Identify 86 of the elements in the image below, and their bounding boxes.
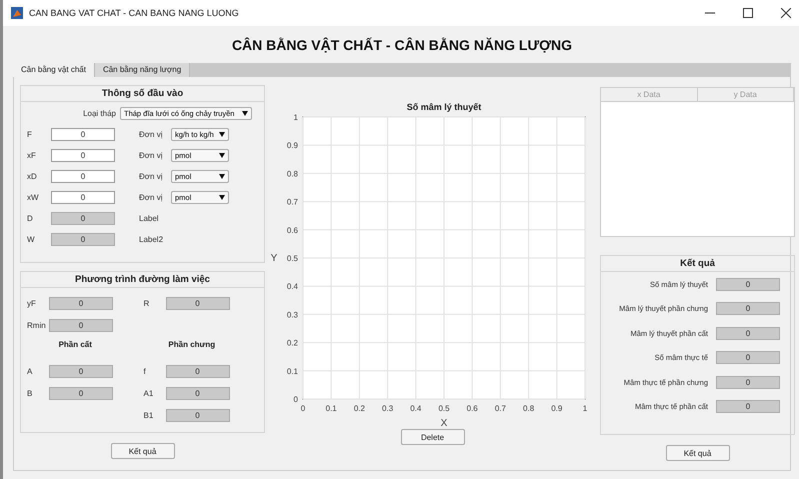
value-field: 0 [51,233,115,246]
value-field: 0 [716,302,780,316]
panel-title: Thông số đầu vào [21,86,264,102]
field-label: f [144,366,147,376]
axis-label: Y [270,253,277,264]
field-label: Loại tháp [83,109,116,118]
delete-button[interactable]: Delete [400,429,464,445]
field-label: B1 [144,410,154,420]
result-button[interactable]: Kết quả [110,443,174,459]
value-field: 0 [166,386,230,400]
tick-label: 0.5 [286,254,298,263]
result-button[interactable]: Kết quả [666,445,730,461]
field-label: A [27,366,34,376]
value-field[interactable]: 0 [51,149,115,162]
tick-label: 0 [300,404,305,413]
section-title: Phần chưng [167,340,216,351]
tick-label: 0.6 [286,226,298,235]
tick-label: 1 [293,113,298,122]
field-label: xD [27,172,38,181]
value-field: 0 [166,364,230,378]
value-field: 0 [716,326,780,340]
value-field[interactable]: 0 [51,170,115,183]
unit-label: Đơn vị [139,151,164,160]
value-field: 0 [49,296,113,310]
value-field: 0 [166,408,230,422]
tick-label: 0.3 [286,310,298,320]
value-field: 0 [49,386,113,400]
field-label: xW [27,193,40,202]
window-title: CAN BANG VAT CHAT - CAN BANG NANG LUONG [29,8,239,18]
axis-label: X [440,418,447,427]
tick-label: 0.5 [438,404,450,413]
field-label: A1 [144,388,154,398]
close-icon[interactable] [781,8,791,18]
tab[interactable]: Cân bằng năng lượng [94,63,190,77]
field-label: yF [27,298,37,308]
output-label: Label2 [139,235,164,244]
dropdown-arrow-icon [219,132,225,137]
unit-label: Đơn vị [139,130,164,139]
dropdown-arrow-icon [242,111,248,116]
value-field: 0 [716,400,780,414]
value-field: 0 [166,296,230,310]
field-label: R [144,298,150,308]
tick-label: 0.7 [494,404,506,413]
dropdown-arrow-icon [219,174,225,179]
section-title: Phần cất [58,340,93,351]
output-label: Label [139,214,160,223]
page-heading: CÂN BẰNG VẬT CHẤT - CÂN BẰNG NĂNG LƯỢNG [230,36,574,55]
field-label: W [27,235,36,244]
tick-label: 0.8 [522,404,534,413]
unit-label: Đơn vị [139,193,164,202]
tick-label: 0.2 [286,338,298,348]
value-field[interactable]: 0 [51,191,115,204]
tick-label: 0.1 [325,404,336,413]
tab[interactable]: Cân bằng vật chất [13,63,95,77]
unit-label: Đơn vị [139,172,164,181]
field-label: xF [27,151,37,160]
tick-label: 0.9 [550,404,562,413]
tick-label: 0.4 [410,404,421,413]
panel-title: Phương trình đường làm việc [21,272,264,288]
maximize-icon[interactable] [743,8,753,18]
tick-label: 0.3 [382,404,393,413]
chart-title: Số mâm lý thuyết [406,102,481,112]
field-label: F [27,130,33,139]
value-field: 0 [49,318,113,332]
tick-label: 0.6 [466,404,478,413]
field-label: D [27,214,34,223]
tick-label: 0.7 [286,198,298,207]
value-field: 0 [51,212,115,225]
field-label: Rmin [27,320,47,330]
tick-label: 0.8 [286,169,298,178]
tick-label: 0.2 [353,404,364,413]
dropdown-arrow-icon [219,153,225,158]
tick-label: 0.9 [286,141,298,150]
tick-label: 0.4 [286,282,298,292]
value-field: 0 [716,351,780,364]
field-label: B [27,388,34,398]
tick-label: 1 [582,404,587,413]
value-field: 0 [716,376,780,389]
app-icon [11,7,23,19]
tick-label: 0.1 [286,366,298,376]
dropdown-arrow-icon [219,195,225,200]
tick-label: 0 [293,395,298,404]
value-field: 0 [49,364,113,378]
value-field: 0 [716,278,780,291]
panel-title: Kết quả [601,256,794,272]
value-field[interactable]: 0 [51,128,115,141]
